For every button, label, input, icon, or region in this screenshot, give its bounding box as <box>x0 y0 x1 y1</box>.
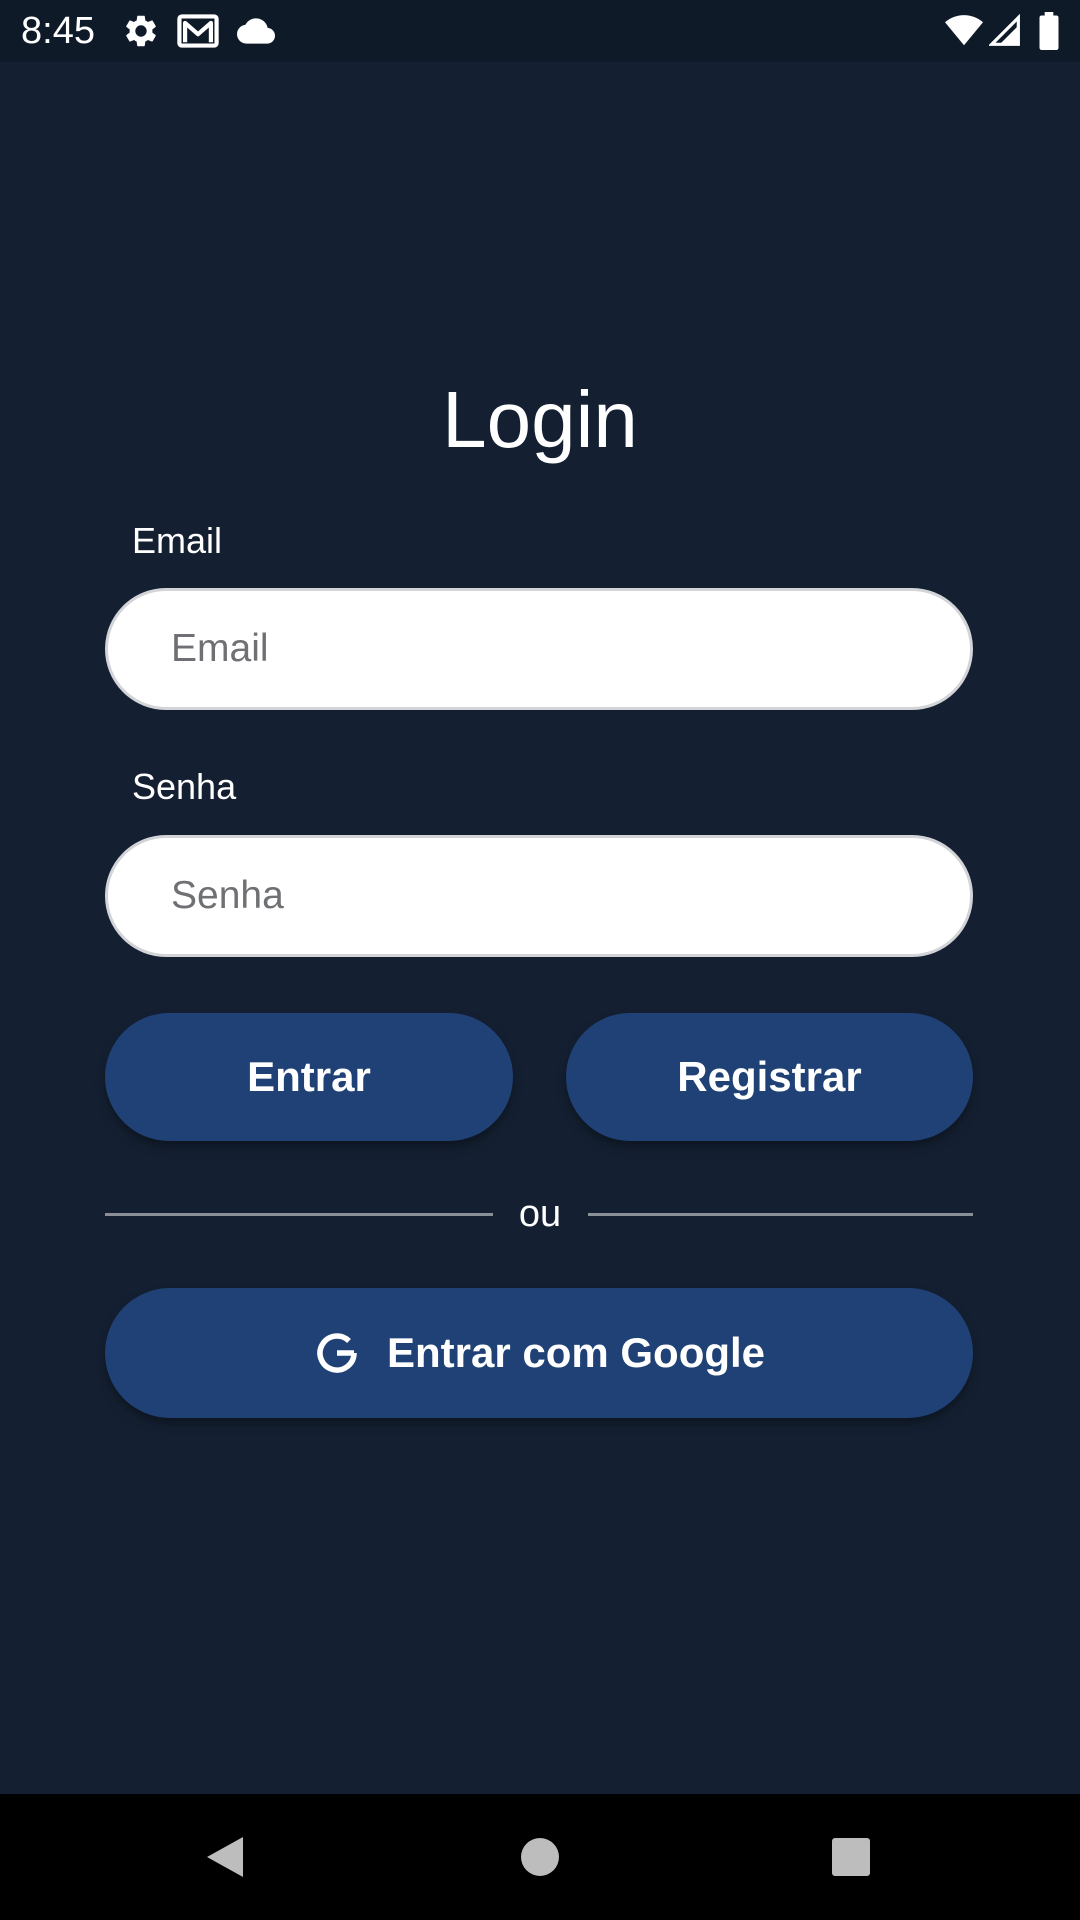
back-icon[interactable] <box>192 1824 258 1890</box>
status-time: 8:45 <box>21 10 95 52</box>
home-icon[interactable] <box>507 1824 573 1890</box>
enter-button[interactable]: Entrar <box>105 1013 513 1141</box>
recents-icon[interactable] <box>818 1824 884 1890</box>
page-title: Login <box>442 375 638 464</box>
wifi-icon <box>944 12 984 50</box>
password-label: Senha <box>132 766 237 807</box>
email-input[interactable] <box>105 588 973 710</box>
password-input[interactable] <box>105 835 973 957</box>
google-button-label: Entrar com Google <box>386 1329 766 1376</box>
google-signin-button[interactable]: Entrar com Google <box>105 1288 973 1418</box>
register-button[interactable]: Registrar <box>566 1013 973 1141</box>
divider-line-right <box>588 1213 973 1216</box>
signal-icon <box>989 12 1021 50</box>
gmail-icon <box>177 12 219 50</box>
gear-icon <box>122 12 160 50</box>
cloud-icon <box>236 12 276 50</box>
navigation-bar <box>0 1794 1080 1920</box>
battery-icon <box>1038 12 1060 50</box>
google-icon <box>313 1329 361 1377</box>
login-screen: 8:45 Login Email Email Senha Entrar Regi… <box>0 0 1080 1920</box>
divider-text: ou <box>518 1193 562 1235</box>
status-bar: 8:45 <box>0 0 1080 62</box>
email-label: Email <box>132 520 223 561</box>
divider-line-left <box>105 1213 493 1216</box>
